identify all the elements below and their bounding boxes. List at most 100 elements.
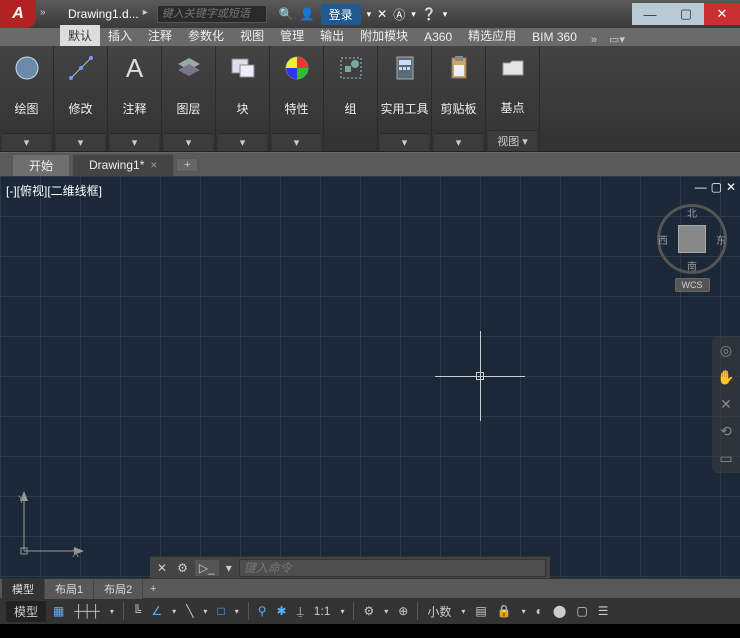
dropdown-icon[interactable]: ▾ [458,607,468,616]
layout-tab-layout2[interactable]: 布局2 [94,579,143,599]
wcs-badge[interactable]: WCS [675,278,710,292]
quickprops-icon[interactable]: ▤ [472,604,489,618]
panel-utilities[interactable]: 实用工具 ▾ [378,46,432,151]
panel-expand-icon[interactable]: ▾ [164,133,213,151]
panel-expand-icon[interactable]: ▾ [56,133,105,151]
viewcube-north[interactable]: 北 [687,205,697,220]
dropdown-icon[interactable]: ▾ [169,607,179,616]
ribbon-panel-icon[interactable]: ▭▾ [603,33,631,46]
close-button[interactable]: ✕ [704,3,740,25]
panel-expand-icon[interactable]: ▾ [272,133,321,151]
viewcube-south[interactable]: 南 [687,258,697,273]
viewport-close-icon[interactable]: ✕ [726,180,736,194]
ribbon-tab-insert[interactable]: 插入 [100,25,140,46]
app-logo[interactable]: A [0,0,36,28]
ribbon-tab-addins[interactable]: 附加模块 [352,25,416,46]
new-tab-button[interactable]: + [176,158,198,172]
scale-label[interactable]: 1:1 [311,604,334,618]
panel-expand-icon[interactable]: ▾ [2,133,51,151]
model-space-button[interactable]: 模型 [6,601,46,622]
minimize-button[interactable]: ― [632,3,668,25]
tab-drawing1[interactable]: Drawing1*× [72,154,174,176]
snap-icon[interactable]: ┼┼┼ [71,604,103,618]
maximize-button[interactable]: ▢ [668,3,704,25]
hwaccel-icon[interactable]: ⬤ [550,604,569,618]
ribbon-more-icon[interactable]: » [585,34,603,46]
ribbon-tab-parametric[interactable]: 参数化 [180,25,232,46]
dropdown-icon[interactable]: ▾ [107,607,117,616]
title-dropdown-icon[interactable]: ▸ [143,7,157,21]
grid-icon[interactable]: ▦ [50,604,67,618]
folder-icon[interactable] [495,50,531,86]
annoauto-icon[interactable]: ⍊ [294,604,307,619]
panel-expand-icon[interactable]: ▾ [380,133,429,151]
user-icon[interactable]: 👤 [300,7,315,21]
viewport-maximize-icon[interactable]: ▢ [711,180,722,194]
drawing-canvas[interactable]: [-][俯视][二维线框] — ▢ ✕ 北 南 西 东 WCS ◎ ✋ ✕ ⟲ … [0,176,740,578]
viewcube-west[interactable]: 西 [658,232,668,247]
qat-expand-icon[interactable]: » [40,7,54,21]
polar-icon[interactable]: ∠ [148,604,165,618]
layers-icon[interactable] [171,50,207,86]
block-icon[interactable] [225,50,261,86]
lockui-icon[interactable]: 🔒 [494,604,515,618]
login-button[interactable]: 登录 [321,4,361,25]
circle-icon[interactable] [9,50,45,86]
panel-expand-icon[interactable]: 视图 ▾ [488,130,537,151]
command-input[interactable] [239,559,546,577]
viewcube[interactable]: 北 南 西 东 WCS [652,204,732,304]
viewcube-east[interactable]: 东 [716,232,726,247]
pan-icon[interactable]: ✋ [717,369,734,386]
ribbon-tab-manage[interactable]: 管理 [272,25,312,46]
ribbon-tab-annotate[interactable]: 注释 [140,25,180,46]
viewport-label[interactable]: [-][俯视][二维线框] [6,182,102,199]
panel-draw[interactable]: 绘图 ▾ [0,46,54,151]
cmd-recent-icon[interactable]: ▾ [223,561,235,575]
cleanscreen-icon[interactable]: ▢ [573,604,590,618]
panel-block[interactable]: 块 ▾ [216,46,270,151]
dropdown-icon[interactable]: ▾ [337,607,347,616]
colorwheel-icon[interactable] [279,50,315,86]
ortho-icon[interactable]: ╚ [130,604,145,618]
tab-start[interactable]: 开始 [12,154,70,176]
exchange-icon[interactable]: ✕ [377,7,387,21]
panel-modify[interactable]: 修改 ▾ [54,46,108,151]
customize-icon[interactable]: ☰ [595,604,612,618]
ribbon-tab-view[interactable]: 视图 [232,25,272,46]
workspace-icon[interactable]: ⚙ [360,604,377,618]
steering-wheel-icon[interactable]: ◎ [720,342,732,359]
calculator-icon[interactable] [387,50,423,86]
isolate-icon[interactable]: ◐ [533,604,546,618]
search-input[interactable] [157,5,267,23]
dropdown-icon[interactable]: ▾ [232,607,242,616]
dropdown-icon[interactable]: ▾ [411,9,416,20]
ribbon-tab-output[interactable]: 输出 [312,25,352,46]
showmotion-icon[interactable]: ▭ [719,450,732,467]
dropdown-icon[interactable]: ▾ [381,607,391,616]
ucs-icon[interactable]: Y X [14,491,84,564]
annovis-icon[interactable]: ✱ [274,604,290,618]
close-icon[interactable]: × [150,158,157,172]
help-icon[interactable]: ❔ [422,7,437,21]
panel-basepoint[interactable]: 基点 视图 ▾ [486,46,540,151]
isodraft-icon[interactable]: ╲ [183,604,196,618]
dropdown-icon[interactable]: ▾ [200,607,210,616]
dropdown-icon[interactable]: ▾ [443,9,448,20]
ribbon-tab-featured[interactable]: 精选应用 [460,25,524,46]
panel-expand-icon[interactable]: ▾ [218,133,267,151]
add-layout-button[interactable]: + [143,583,163,595]
text-icon[interactable]: A [117,50,153,86]
a-icon[interactable]: Ⓐ [393,6,405,23]
panel-group[interactable]: 组 ▾ [324,46,378,151]
annomonitor-icon[interactable]: ⊕ [395,604,411,618]
dropdown-icon[interactable]: ▾ [519,607,529,616]
panel-clipboard[interactable]: 剪贴板 ▾ [432,46,486,151]
layout-tab-layout1[interactable]: 布局1 [45,579,94,599]
cmd-close-icon[interactable]: ✕ [154,561,170,575]
panel-properties[interactable]: 特性 ▾ [270,46,324,151]
annoscale-icon[interactable]: ⚲ [255,604,270,618]
binoculars-icon[interactable]: 🔍 [279,7,294,21]
viewport-minimize-icon[interactable]: — [695,180,707,194]
viewcube-top-face[interactable] [678,225,706,253]
group-icon[interactable] [333,50,369,86]
